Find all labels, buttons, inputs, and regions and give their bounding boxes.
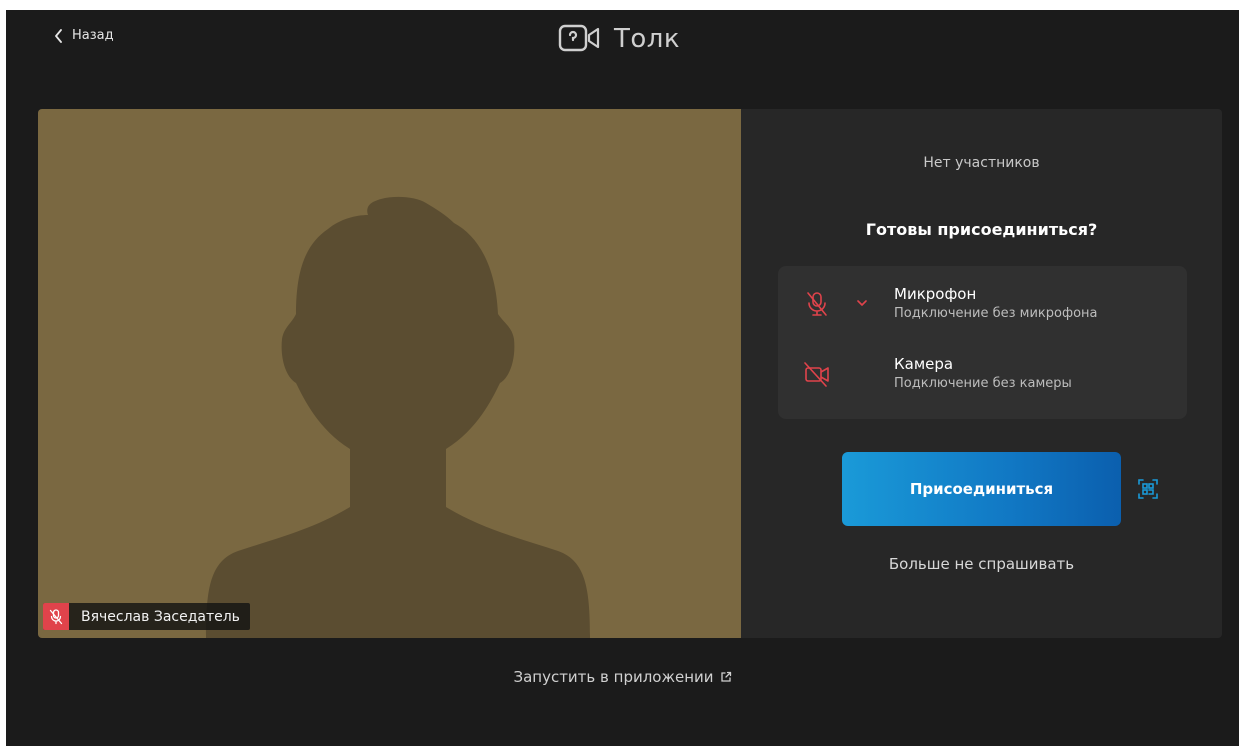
qr-code-icon[interactable] <box>1137 478 1159 500</box>
video-preview: Вячеслав Заседатель <box>38 109 741 638</box>
external-link-icon <box>720 671 731 682</box>
screen: Назад Толк Вячеслав Заседатель Нет участ… <box>6 10 1239 746</box>
chevron-left-icon <box>55 28 62 43</box>
join-panel: Нет участников Готовы присоединиться? Ми… <box>741 109 1222 638</box>
video-camera-logo-icon <box>558 24 600 52</box>
back-label: Назад <box>72 28 114 43</box>
microphone-title: Микрофон <box>894 285 977 303</box>
launch-in-app-label: Запустить в приложении <box>513 668 714 686</box>
device-settings: Микрофон Подключение без микрофона Камер… <box>778 266 1187 419</box>
chevron-down-icon[interactable] <box>857 299 867 307</box>
mic-off-icon <box>807 292 827 316</box>
join-card: Вячеслав Заседатель Нет участников Готов… <box>38 109 1222 638</box>
participant-name: Вячеслав Заседатель <box>81 608 240 625</box>
mic-off-icon <box>49 608 63 624</box>
back-button[interactable]: Назад <box>54 28 114 43</box>
camera-subtitle: Подключение без камеры <box>894 376 1072 391</box>
app-logo: Толк <box>558 22 680 56</box>
camera-toggle[interactable]: Камера Подключение без камеры <box>778 354 1187 404</box>
join-button[interactable]: Присоединиться <box>842 452 1121 526</box>
app-name: Толк <box>614 24 681 54</box>
no-participants-text: Нет участников <box>923 155 1040 171</box>
camera-title: Камера <box>894 355 954 373</box>
dont-ask-again-link[interactable]: Больше не спрашивать <box>741 555 1222 573</box>
launch-in-app-link[interactable]: Запустить в приложении <box>6 668 1239 686</box>
camera-off-icon <box>804 362 829 387</box>
avatar-silhouette <box>206 196 590 638</box>
mic-muted-badge <box>43 603 69 630</box>
microphone-toggle[interactable]: Микрофон Подключение без микрофона <box>778 284 1187 334</box>
participant-name-tag: Вячеслав Заседатель <box>43 603 250 630</box>
microphone-subtitle: Подключение без микрофона <box>894 306 1098 321</box>
ready-title: Готовы присоединиться? <box>865 220 1098 239</box>
